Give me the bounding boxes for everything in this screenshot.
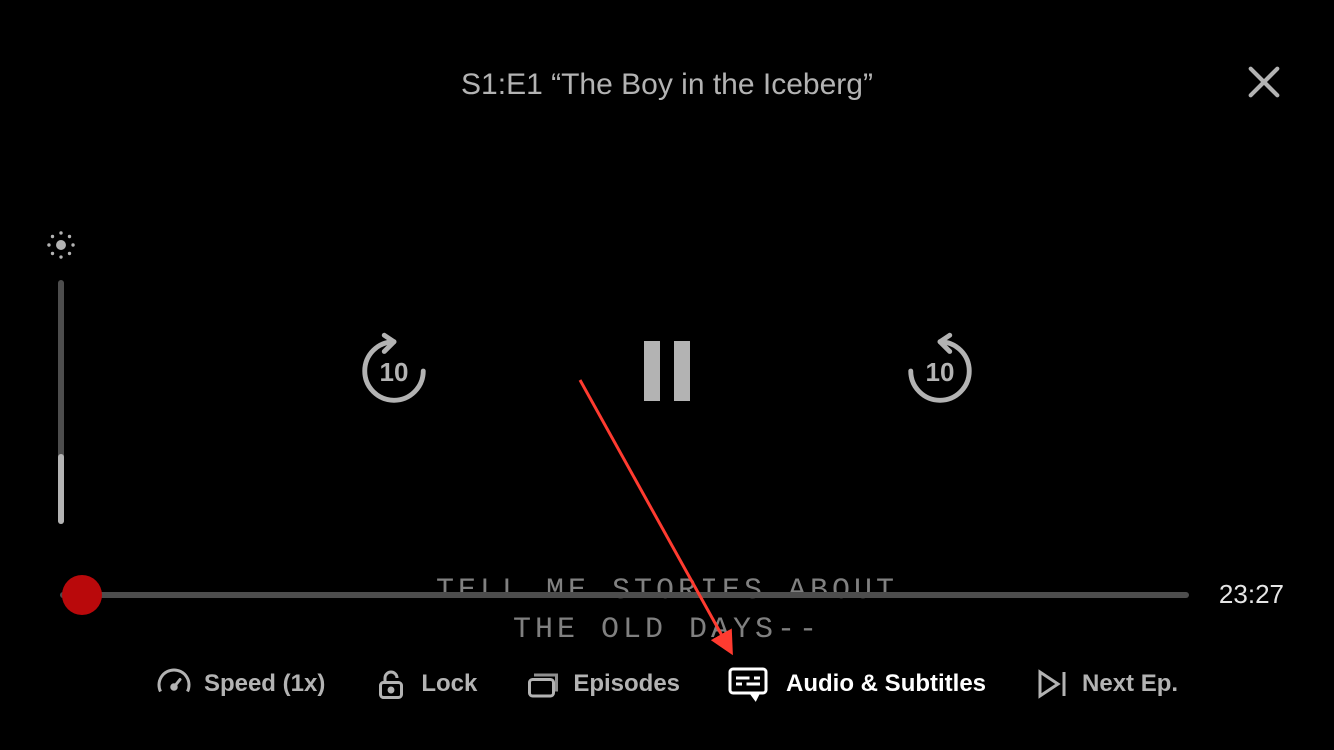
progress-track[interactable] — [60, 592, 1189, 598]
pause-bar-left — [644, 341, 660, 401]
brightness-fill — [58, 454, 64, 524]
episodes-icon — [525, 666, 561, 702]
seek-back-10-button[interactable]: 10 — [355, 332, 433, 410]
audio-subtitles-button[interactable]: Audio & Subtitles — [728, 666, 986, 702]
audio-subtitles-label: Audio & Subtitles — [786, 670, 986, 698]
speedometer-icon — [156, 666, 192, 702]
pause-button[interactable] — [633, 337, 701, 405]
close-button[interactable] — [1244, 62, 1284, 102]
brightness-icon — [44, 228, 78, 262]
episodes-button[interactable]: Episodes — [525, 666, 680, 702]
time-remaining: 23:27 — [1219, 579, 1284, 610]
pause-bar-right — [674, 341, 690, 401]
progress-scrubber[interactable] — [62, 575, 102, 615]
episode-title: S1:E1 “The Boy in the Iceberg” — [0, 68, 1334, 102]
lock-open-icon — [373, 666, 409, 702]
lock-label: Lock — [421, 670, 477, 698]
subtitles-icon — [728, 666, 774, 702]
next-episode-label: Next Ep. — [1082, 670, 1178, 698]
lock-button[interactable]: Lock — [373, 666, 477, 702]
svg-text:10: 10 — [380, 357, 409, 387]
seek-forward-10-button[interactable]: 10 — [901, 332, 979, 410]
svg-text:10: 10 — [926, 357, 955, 387]
next-episode-button[interactable]: Next Ep. — [1034, 666, 1178, 702]
playback-speed-button[interactable]: Speed (1x) — [156, 666, 325, 702]
next-episode-icon — [1034, 666, 1070, 702]
speed-label: Speed (1x) — [204, 670, 325, 698]
episodes-label: Episodes — [573, 670, 680, 698]
annotation-arrow — [560, 370, 760, 670]
progress-bar[interactable]: 23:27 — [60, 579, 1284, 610]
